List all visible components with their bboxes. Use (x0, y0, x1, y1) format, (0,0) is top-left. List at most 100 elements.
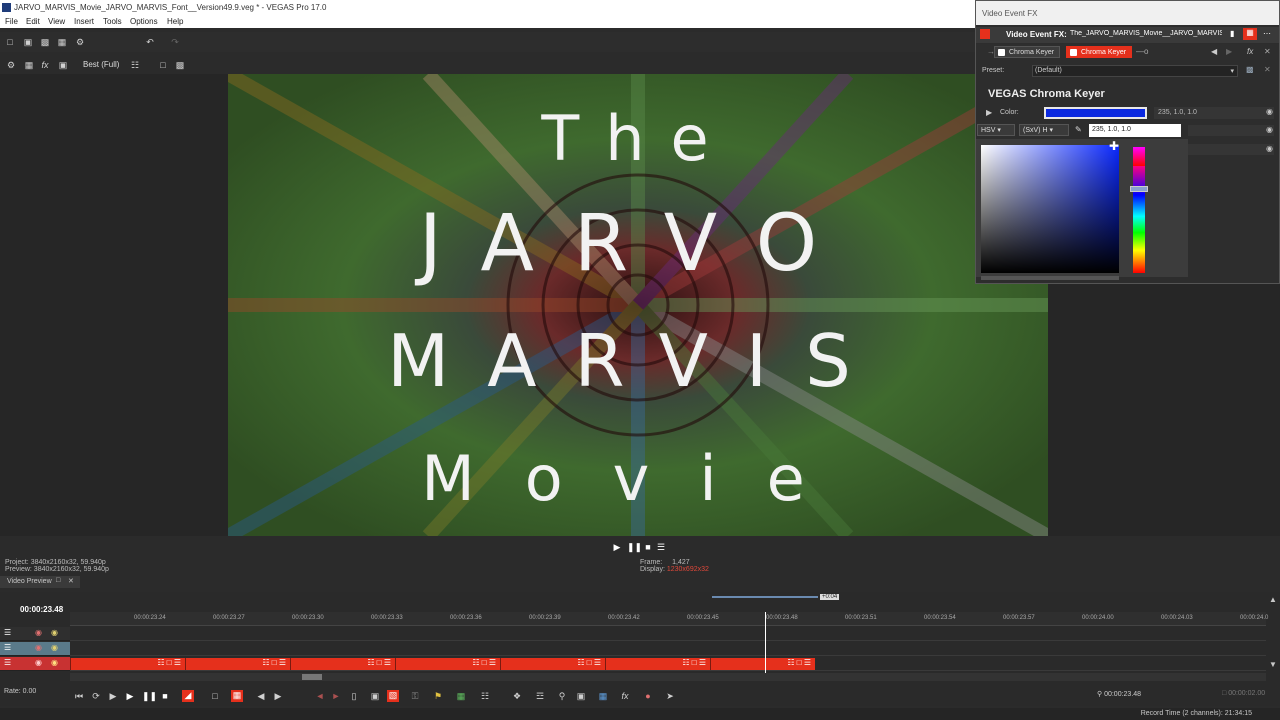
video-event-clip[interactable]: ☷ □ ☰ (290, 658, 395, 670)
track-mute-icon[interactable]: ◉ (51, 628, 58, 637)
video-event-clip[interactable]: ☷ □ ☰ (500, 658, 605, 670)
chain-right-icon[interactable]: ▶ (1226, 47, 1232, 56)
trim-end-icon[interactable]: ► (331, 691, 341, 701)
plugin-fx-icon[interactable]: fx (620, 691, 630, 701)
timeline-scrollbar[interactable] (70, 673, 1266, 681)
delete-preset-icon[interactable]: ✕ (1264, 65, 1271, 74)
pan-crop-icon[interactable]: ▣ (576, 691, 586, 701)
video-event-clip[interactable]: ☷ □ ☰ (185, 658, 290, 670)
track-fx-icon[interactable]: ◉ (35, 658, 42, 667)
picker-scrollbar[interactable] (981, 276, 1119, 280)
chip-checkbox-icon[interactable] (1070, 49, 1077, 56)
video-event-clip[interactable]: ☷ □ ☰ (710, 658, 815, 670)
pause-icon[interactable]: ❚❚ (627, 542, 642, 552)
timeline-ruler[interactable]: 00:00:23.24 00:00:23.27 00:00:23.30 00:0… (70, 612, 1268, 626)
track-header-1[interactable]: ☰ ◉ ◉ (0, 627, 70, 641)
play-icon[interactable]: ▶ (612, 542, 622, 552)
color-swatch[interactable] (1044, 107, 1147, 119)
hue-slider-thumb[interactable] (1130, 186, 1148, 192)
color-input[interactable]: 235, 1.0, 1.0 (1089, 124, 1181, 137)
track-mute-icon[interactable]: ◉ (51, 658, 58, 667)
chain-left-icon[interactable]: ◀ (1211, 47, 1217, 56)
track-menu-icon[interactable]: ☰ (4, 628, 11, 637)
track-fx-icon[interactable]: ◉ (35, 643, 42, 652)
menu-tools[interactable]: Tools (103, 17, 122, 26)
playhead[interactable] (765, 612, 766, 674)
region-icon[interactable]: ▦ (456, 691, 466, 701)
stop-icon[interactable]: ■ (643, 542, 653, 552)
track-lane-3[interactable]: ☷ □ ☰ ☷ □ ☰ ☷ □ ☰ ☷ □ ☰ ☷ □ ☰ ☷ □ ☰ ☷ □ … (70, 657, 1266, 671)
save-preset-icon[interactable]: ▩ (1246, 65, 1254, 74)
redo-icon[interactable]: ↷ (170, 37, 180, 47)
timeline-scroll-thumb[interactable] (302, 674, 322, 680)
track-menu-icon[interactable]: ☰ (4, 643, 11, 652)
color-axis-dropdown[interactable]: (SxV) H ▾ (1019, 124, 1069, 136)
crossfade-icon[interactable]: ❖ (512, 691, 522, 701)
zoom-icon[interactable]: ⚲ (557, 691, 567, 701)
export-icon[interactable]: ➤ (665, 691, 675, 701)
chip-checkbox-icon[interactable] (998, 49, 1005, 56)
new-file-icon[interactable]: □ (5, 37, 15, 47)
fx-more-icon[interactable]: ⋯ (1263, 29, 1271, 38)
zoom-slider[interactable] (712, 596, 818, 598)
event-fx-icon[interactable]: ▦ (598, 691, 608, 701)
trim-start-icon[interactable]: ◄ (315, 691, 325, 701)
float-window-icon[interactable]: □ (56, 577, 60, 584)
menu-lines-icon[interactable]: ☰ (656, 542, 666, 552)
gear-icon[interactable]: ⚙ (75, 37, 85, 47)
menu-file[interactable]: File (5, 17, 18, 26)
next-frame-icon[interactable]: ▶ (273, 691, 283, 701)
keyframe-icon[interactable]: ◉ (1266, 125, 1273, 134)
video-event-clip[interactable]: ☷ □ ☰ (395, 658, 500, 670)
track-lane-2[interactable] (70, 642, 1266, 656)
track-header-3[interactable]: ☰ ◉ ◉ (0, 657, 70, 671)
preview-quality-dropdown[interactable]: Best (Full) (83, 60, 119, 69)
expand-arrow-icon[interactable]: ▶ (986, 108, 992, 117)
ripple-icon[interactable]: ▣ (370, 691, 380, 701)
lock-icon[interactable]: ⚿ (410, 691, 420, 701)
menu-help[interactable]: Help (167, 17, 183, 26)
close-tab-icon[interactable]: ✕ (68, 577, 74, 585)
preset-dropdown[interactable]: (Default) ▾ (1032, 65, 1238, 77)
chain-remove-icon[interactable]: ✕ (1264, 47, 1271, 56)
selection-tool-icon[interactable]: □ (210, 691, 220, 701)
fx-plugin-chain-icon[interactable] (980, 29, 990, 39)
group-icon[interactable]: ☲ (535, 691, 545, 701)
loop-icon[interactable]: ⟳ (91, 691, 101, 701)
pause-icon[interactable]: ❚❚ (142, 691, 157, 701)
mic-icon[interactable]: ● (643, 691, 653, 701)
marker-icon[interactable]: ⚑ (433, 691, 443, 701)
scroll-down-icon[interactable]: ▼ (1269, 660, 1277, 669)
split-screen-icon[interactable]: ▣ (58, 60, 68, 70)
hue-slider[interactable] (1133, 147, 1145, 273)
save-snapshot-icon[interactable]: ▩ (175, 60, 185, 70)
overlays-icon[interactable]: ☷ (130, 60, 140, 70)
auto-ripple-icon[interactable]: ▧ (387, 690, 399, 702)
track-lane-1[interactable] (70, 627, 1266, 641)
record-icon[interactable]: ⏮ (74, 691, 84, 701)
track-header-2[interactable]: ☰ ◉ ◉ (0, 642, 70, 656)
menu-insert[interactable]: Insert (74, 17, 94, 26)
video-event-clip[interactable]: ☷ □ ☰ (605, 658, 710, 670)
save-icon[interactable]: ▩ (40, 37, 50, 47)
chain-fx-icon[interactable]: fx (1247, 47, 1253, 56)
stop-icon[interactable]: ■ (160, 691, 170, 701)
menu-edit[interactable]: Edit (26, 17, 40, 26)
settings-gear-icon[interactable]: ⚙ (6, 60, 16, 70)
scroll-up-icon[interactable]: ▲ (1269, 595, 1277, 604)
keyframe-icon[interactable]: ◉ (1266, 107, 1273, 116)
keyframe-icon[interactable]: ◉ (1266, 144, 1273, 153)
fx-bypass-icon[interactable]: ▮ (1230, 29, 1234, 38)
menu-options[interactable]: Options (130, 17, 158, 26)
envelope-tool-icon[interactable]: ▦ (231, 690, 243, 702)
eyedropper-icon[interactable]: ✎ (1075, 125, 1082, 134)
track-fx-icon[interactable]: ◉ (35, 628, 42, 637)
snapping-icon[interactable]: ☷ (480, 691, 490, 701)
project-properties-icon[interactable]: ▦ (24, 60, 34, 70)
track-mute-icon[interactable]: ◉ (51, 643, 58, 652)
video-preview-tab[interactable]: Video Preview □ ✕ (0, 576, 80, 588)
menu-view[interactable]: View (48, 17, 65, 26)
play-icon[interactable]: ▶ (125, 691, 135, 701)
color-value-field[interactable]: 235, 1.0, 1.0 (1154, 107, 1274, 119)
open-folder-icon[interactable]: ▣ (23, 37, 33, 47)
